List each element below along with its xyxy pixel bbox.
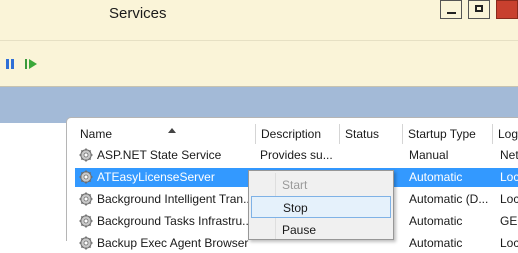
cell-name: Backup Exec Agent Browser — [97, 236, 249, 250]
cell-name: ATEasyLicenseServer — [97, 170, 215, 184]
header-startup-type[interactable]: Startup Type — [403, 124, 493, 144]
menu-item-pause-label: Pause — [282, 223, 317, 237]
cell-startup: Automatic (D... — [409, 192, 489, 206]
cell-description: Provides su... — [260, 148, 333, 162]
service-gear-icon — [79, 214, 93, 228]
column-headers: Name Description Status Startup Type Log — [67, 124, 518, 144]
cell-name: Background Intelligent Tran... — [97, 192, 254, 206]
cell-logon: Loc — [500, 192, 518, 206]
cell-logon: Net — [500, 148, 518, 162]
menu-item-stop-label: Stop — [283, 201, 308, 215]
toolbar — [0, 40, 518, 87]
window-title: Services — [109, 5, 167, 22]
resume-icon[interactable] — [25, 58, 39, 70]
cell-logon: GEO — [500, 214, 518, 228]
service-gear-icon — [79, 170, 93, 184]
cell-name: Background Tasks Infrastru... — [97, 214, 253, 228]
menu-item-stop[interactable]: Stop — [251, 196, 391, 218]
cell-startup: Automatic — [409, 236, 463, 250]
cell-startup: Automatic — [409, 214, 463, 228]
cell-name: ASP.NET State Service — [97, 148, 222, 162]
header-log-on-as[interactable]: Log — [493, 124, 518, 144]
service-gear-icon — [79, 148, 93, 162]
minimize-button[interactable] — [440, 0, 462, 19]
header-description[interactable]: Description — [256, 124, 340, 144]
left-pane — [0, 123, 66, 240]
menu-item-start[interactable]: Start — [251, 174, 391, 196]
sort-ascending-icon — [168, 128, 176, 133]
header-name[interactable]: Name — [75, 124, 256, 144]
cell-startup: Manual — [409, 148, 449, 162]
pause-icon[interactable] — [5, 58, 17, 70]
maximize-button[interactable] — [468, 0, 490, 19]
title-bar: Services — [0, 0, 518, 40]
menu-item-start-label: Start — [282, 178, 308, 192]
cell-logon: Loc — [500, 236, 518, 250]
header-name-label: Name — [80, 127, 113, 141]
close-button[interactable] — [496, 0, 518, 19]
cell-startup: Automatic — [409, 170, 463, 184]
service-gear-icon — [79, 192, 93, 206]
header-status[interactable]: Status — [340, 124, 403, 144]
context-menu: Start Stop Pause — [248, 170, 394, 240]
table-row[interactable]: ASP.NET State Service Provides su... Manua… — [75, 146, 518, 165]
cell-status — [345, 146, 405, 165]
cell-logon: Loc — [500, 170, 518, 184]
menu-item-pause[interactable]: Pause — [251, 219, 391, 241]
service-gear-icon — [79, 236, 93, 250]
